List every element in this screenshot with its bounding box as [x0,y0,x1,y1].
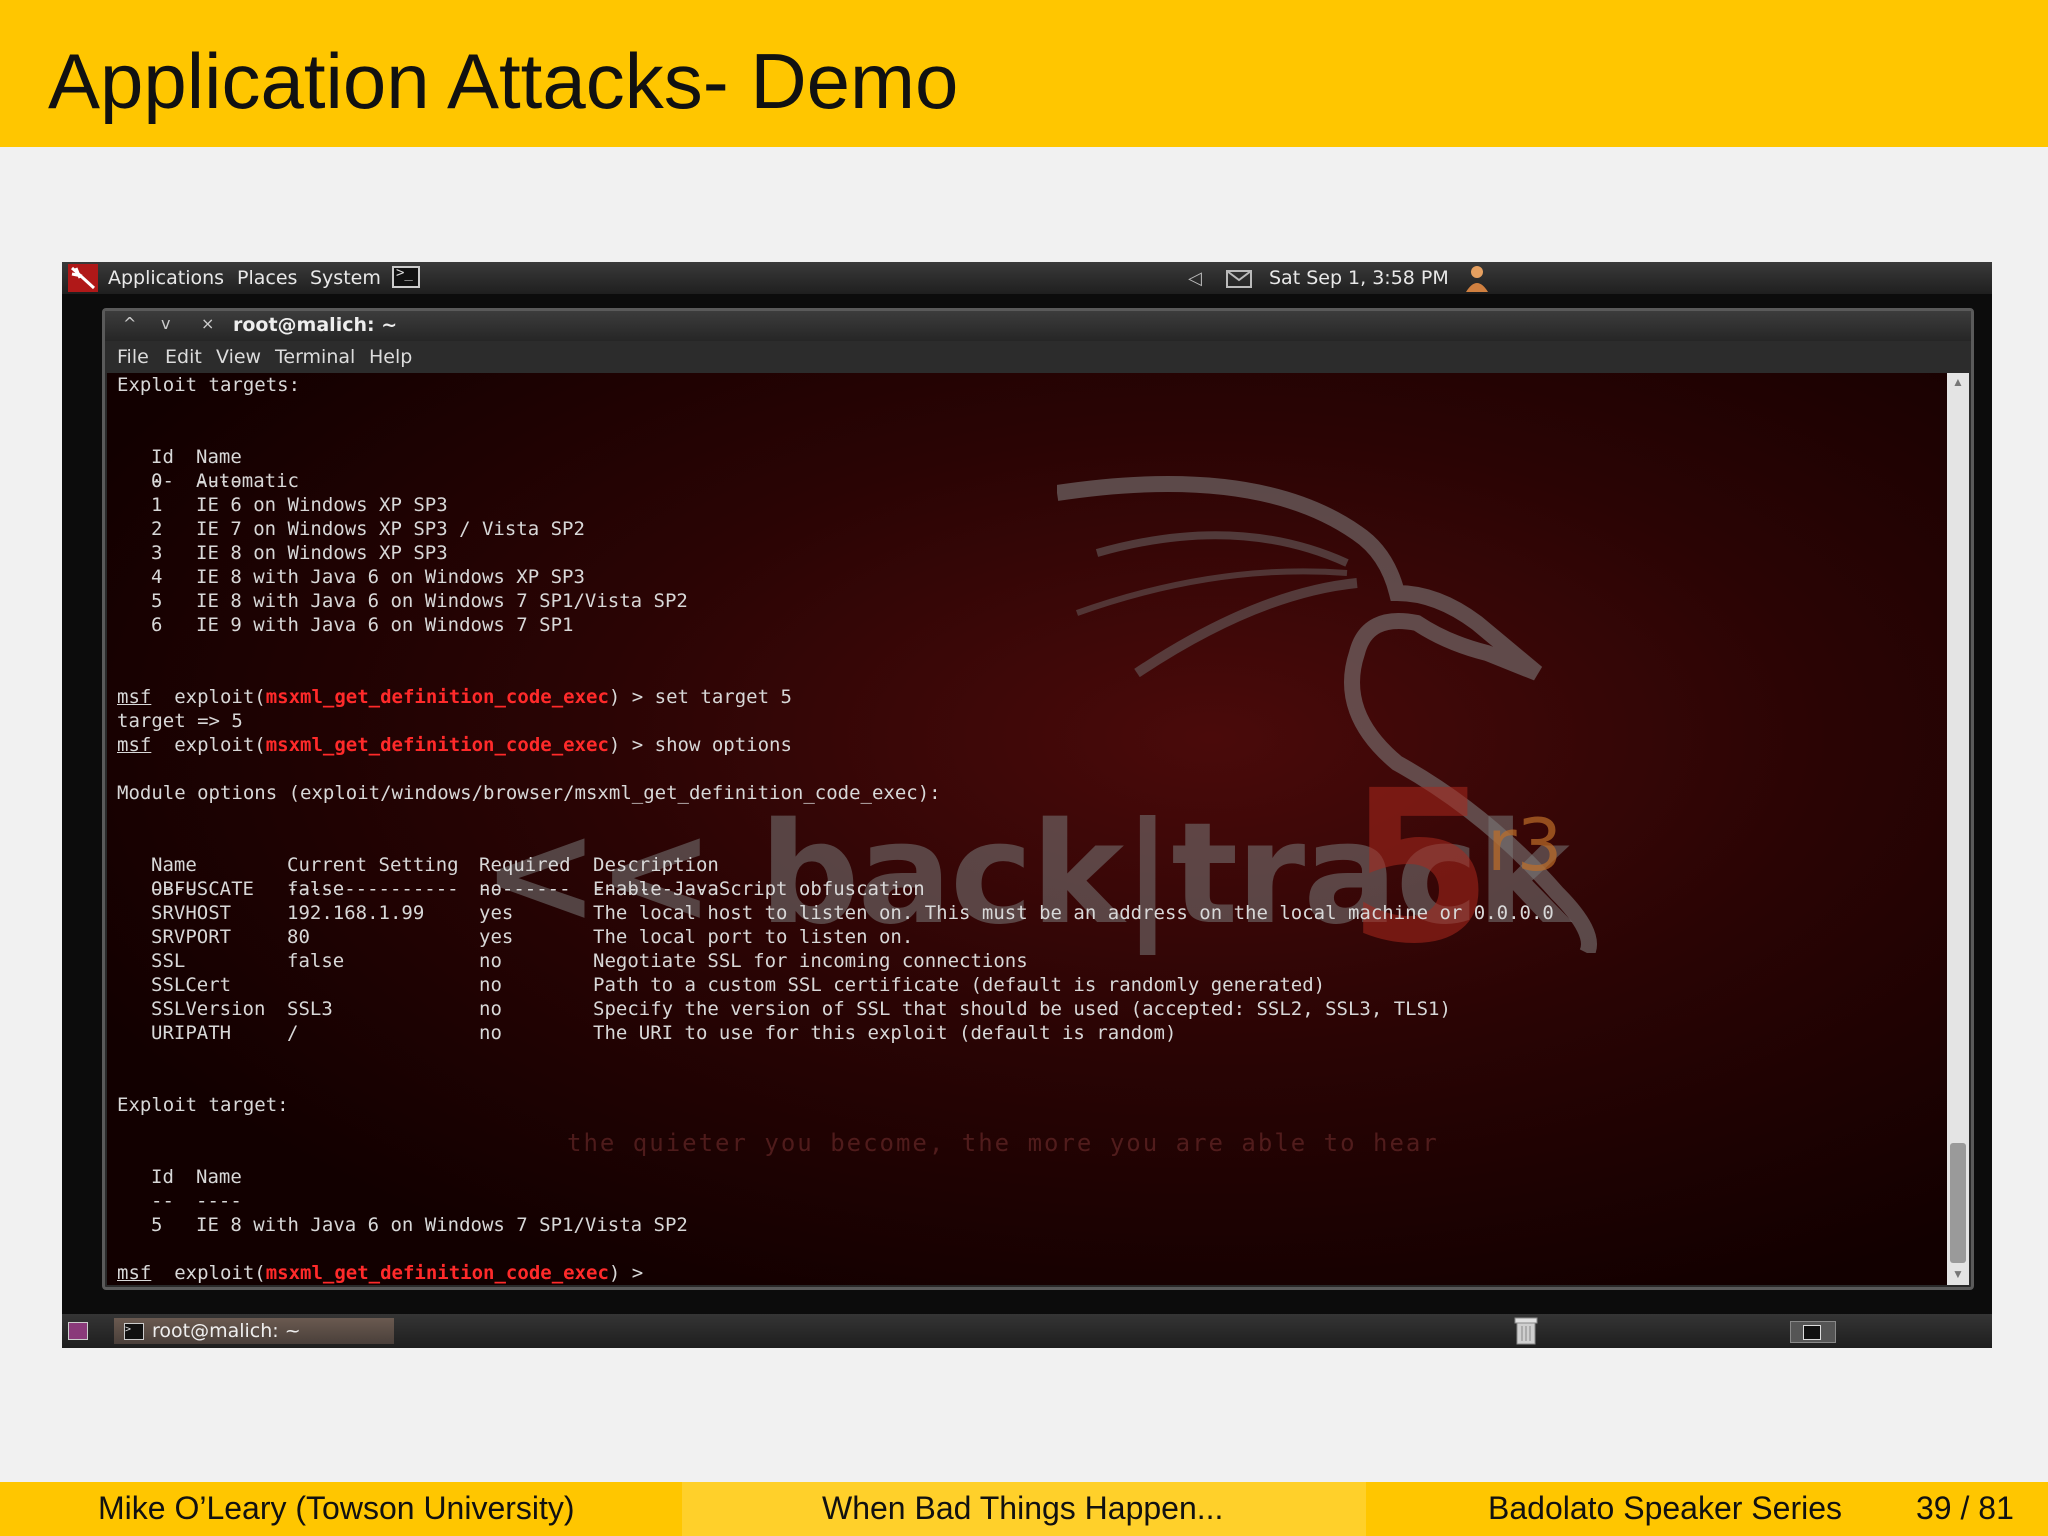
window-close-button[interactable]: × [201,314,214,333]
footer-author: Mike O’Leary (Towson University) [98,1490,575,1526]
bottom-panel: > root@malich: ~ [62,1314,1992,1348]
footer-talk-title: When Bad Things Happen... [822,1490,1224,1526]
menu-applications[interactable]: Applications [108,267,224,289]
show-desktop-icon[interactable] [68,1322,88,1340]
taskbar-terminal-button[interactable]: > root@malich: ~ [114,1318,394,1344]
slide-footer: Mike O’Leary (Towson University) When Ba… [0,1482,2048,1536]
command-prompt[interactable]: msf exploit(msxml_get_definition_code_ex… [117,1261,643,1285]
menu-edit[interactable]: Edit [165,346,202,368]
menu-places[interactable]: Places [237,267,297,289]
footer-left: Mike O’Leary (Towson University) [0,1482,682,1536]
scroll-thumb[interactable] [1950,1143,1966,1263]
targets-sep-row: -- ---- [151,470,242,492]
terminal-launcher-icon[interactable]: >_ [392,265,420,288]
wallpaper-slogan: the quieter you become, the more you are… [567,1129,1439,1157]
window-minimize-button[interactable]: v [161,314,170,333]
terminal-icon: > [124,1323,144,1340]
command-result: target => 5 [117,710,243,732]
slide-title: Application Attacks- Demo [48,37,959,125]
module-options-heading: Module options (exploit/windows/browser/… [117,782,941,804]
command-line-set-target: msf exploit(msxml_get_definition_code_ex… [117,686,792,708]
menu-system[interactable]: System [310,267,381,289]
footer-series: Badolato Speaker Series [1488,1490,1842,1526]
exploit-targets-heading: Exploit targets: [117,374,301,396]
workspace-switcher[interactable] [1790,1321,1836,1343]
panel-clock[interactable]: Sat Sep 1, 3:58 PM [1269,267,1449,289]
top-panel: Applications Places System >_ ◁ Sat Sep … [62,262,1992,294]
menu-view[interactable]: View [216,346,261,368]
user-icon[interactable] [1464,264,1490,294]
terminal-title-bar[interactable]: ^ v × root@malich: ~ [105,311,1971,341]
mail-icon[interactable] [1226,270,1252,288]
footer-right: Badolato Speaker Series 39 / 81 [1366,1482,2048,1536]
terminal-output[interactable]: << back|track 5 r3 the quieter you becom… [107,373,1947,1285]
exploit-target-heading: Exploit target: [117,1094,289,1116]
backtrack-logo-icon[interactable] [68,264,98,292]
dragon-logo-icon [1057,476,1597,953]
command-line-show-options: msf exploit(msxml_get_definition_code_ex… [117,734,792,756]
scroll-down-arrow-icon[interactable]: ▼ [1952,1267,1964,1281]
speaker-icon[interactable]: ◁ [1188,268,1202,289]
desktop-screenshot: Applications Places System >_ ◁ Sat Sep … [62,262,1992,1348]
window-shade-button[interactable]: ^ [123,314,136,333]
footer-page-number: 39 / 81 [1916,1490,2014,1526]
terminal-window: ^ v × root@malich: ~ File Edit View Term… [102,308,1974,1290]
menu-file[interactable]: File [117,346,149,368]
footer-middle: When Bad Things Happen... [682,1482,1366,1536]
wallpaper-logo-r3: r3 [1487,803,1563,887]
terminal-menu-bar: File Edit View Terminal Help [105,341,1971,373]
menu-help[interactable]: Help [369,346,412,368]
wallpaper-logo-five: 5 [1347,745,1494,990]
slide-header: Application Attacks- Demo [0,0,2048,147]
terminal-title: root@malich: ~ [233,314,398,336]
table-row: 5 IE 8 with Java 6 on Windows 7 SP1/Vista… [151,1214,688,1236]
scroll-up-arrow-icon[interactable]: ▲ [1952,375,1964,389]
menu-terminal[interactable]: Terminal [275,346,355,368]
terminal-scrollbar[interactable]: ▲ ▼ [1947,373,1969,1285]
trash-icon[interactable] [1514,1316,1538,1346]
